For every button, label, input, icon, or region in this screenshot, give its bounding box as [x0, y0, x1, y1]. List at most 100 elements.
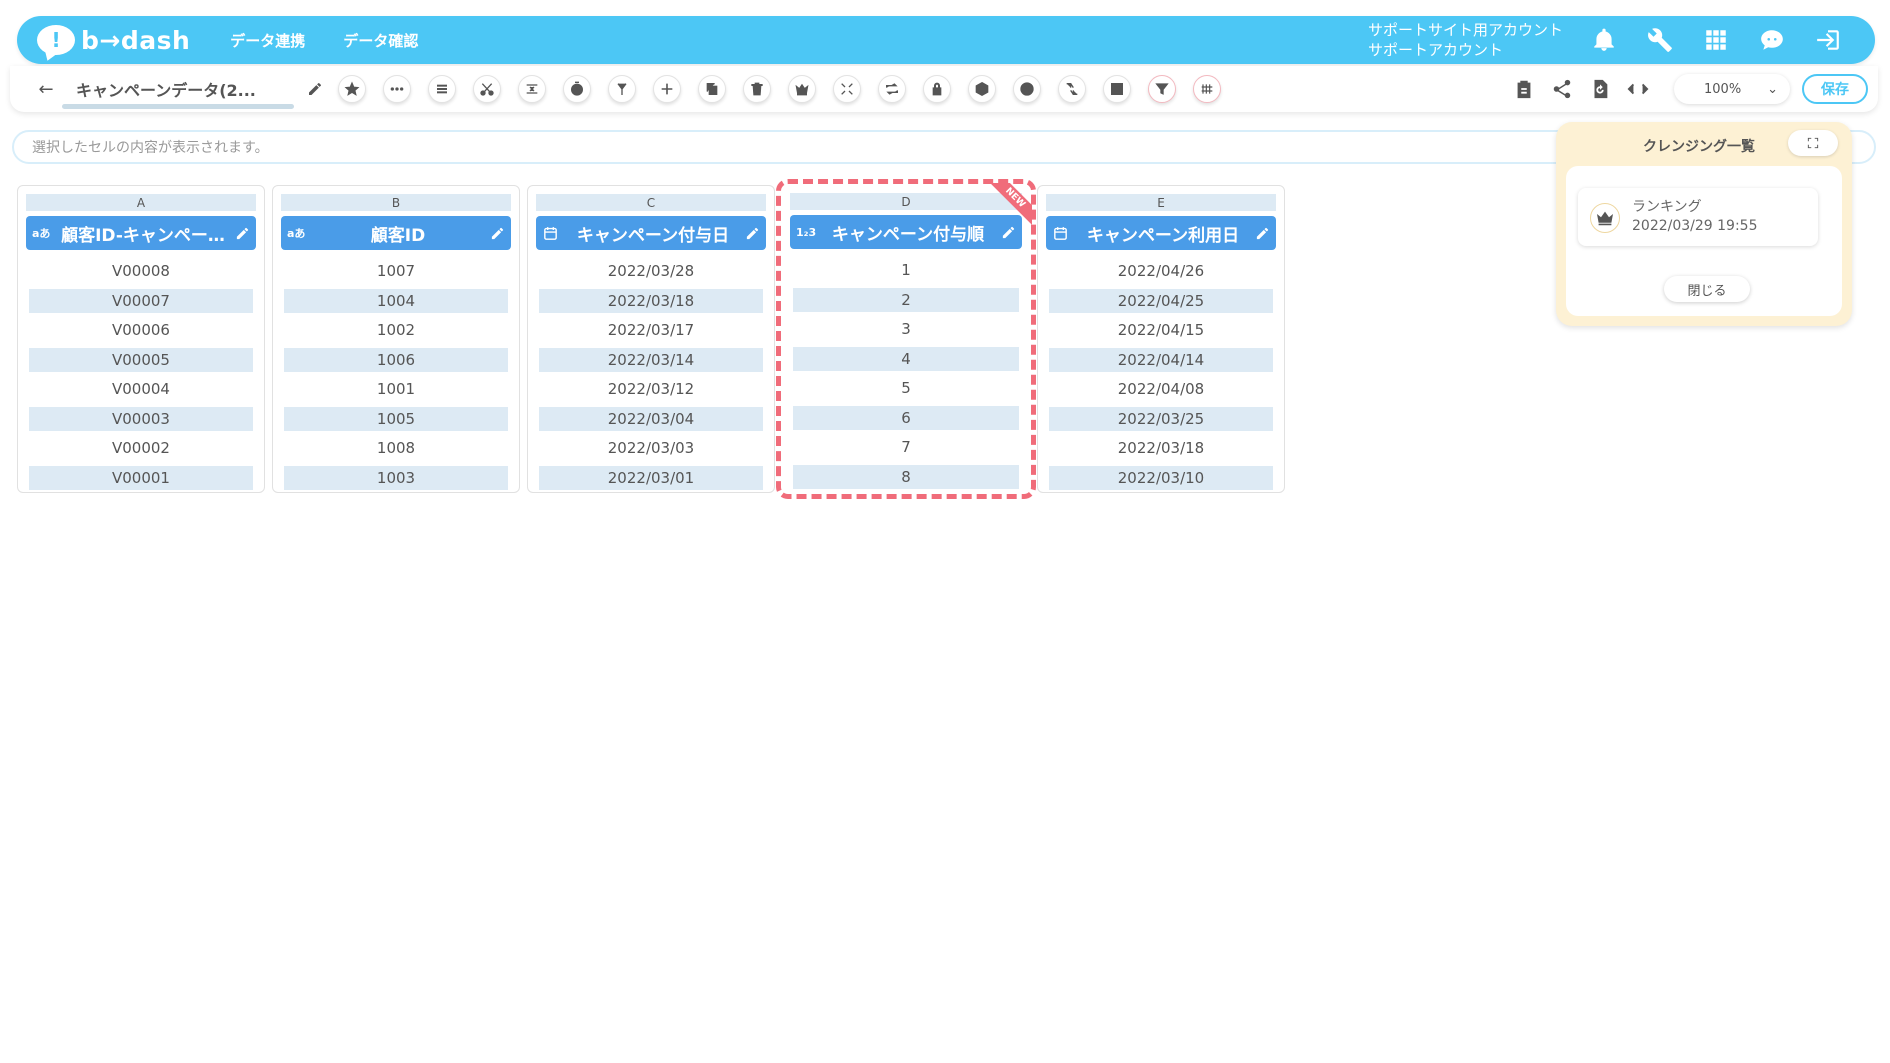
table-cell[interactable]: 2022/03/25: [1049, 406, 1273, 431]
bell-icon[interactable]: [1587, 23, 1621, 57]
code-icon[interactable]: [1624, 75, 1652, 103]
table-cell[interactable]: 1002: [284, 318, 508, 342]
expand-icon: [1807, 137, 1819, 149]
branch-icon[interactable]: [608, 75, 636, 103]
table-cell[interactable]: V00004: [29, 377, 253, 401]
frame-icon[interactable]: [1103, 75, 1131, 103]
column-header[interactable]: キャンペーン付与日: [536, 216, 766, 250]
table-cell[interactable]: V00001: [29, 465, 253, 490]
table-cell[interactable]: 2: [793, 287, 1019, 312]
zoom-select[interactable]: 100% ⌄: [1674, 74, 1790, 104]
copy-icon[interactable]: [698, 75, 726, 103]
timer-icon[interactable]: [563, 75, 591, 103]
edit-pencil-icon[interactable]: [485, 226, 505, 241]
calendar-icon: [1052, 225, 1076, 242]
table-cell[interactable]: 2022/03/18: [1049, 436, 1273, 460]
table-cell[interactable]: 1003: [284, 465, 508, 490]
table-cell[interactable]: 2022/04/08: [1049, 377, 1273, 401]
table-cell[interactable]: 2022/03/03: [539, 436, 763, 460]
table-cell[interactable]: 1006: [284, 347, 508, 372]
table-cell[interactable]: V00005: [29, 347, 253, 372]
column-letter[interactable]: C: [536, 194, 766, 211]
support-bot-icon[interactable]: [1755, 23, 1789, 57]
column-header[interactable]: キャンペーン利用日: [1046, 216, 1276, 250]
table-cell[interactable]: 2022/04/25: [1049, 288, 1273, 313]
table-cell[interactable]: 2022/03/28: [539, 259, 763, 283]
column-header[interactable]: aあ 顧客ID-キャンペー…: [26, 216, 256, 250]
table-cell[interactable]: 8: [793, 464, 1019, 489]
table-cell[interactable]: 1007: [284, 259, 508, 283]
table-cell[interactable]: 6: [793, 405, 1019, 430]
table-cell[interactable]: 1004: [284, 288, 508, 313]
table-cell[interactable]: 2022/04/14: [1049, 347, 1273, 372]
wrench-icon[interactable]: [1643, 23, 1677, 57]
grid-icon[interactable]: [1193, 75, 1221, 103]
column-header[interactable]: aあ 顧客ID: [281, 216, 511, 250]
zoom-value: 100%: [1704, 81, 1742, 97]
expand-button[interactable]: [1788, 130, 1838, 156]
clipboard-icon[interactable]: [1510, 75, 1538, 103]
table-cell[interactable]: 2022/03/18: [539, 288, 763, 313]
compress-icon[interactable]: [833, 75, 861, 103]
back-arrow-icon[interactable]: ←: [32, 75, 60, 103]
share-icon[interactable]: [1548, 75, 1576, 103]
star-icon[interactable]: [338, 75, 366, 103]
table-cell[interactable]: 2022/03/01: [539, 465, 763, 490]
lock-icon[interactable]: [923, 75, 951, 103]
save-button[interactable]: 保存: [1802, 74, 1868, 104]
table-cell[interactable]: 7: [793, 435, 1019, 459]
table-cell[interactable]: 2022/04/26: [1049, 259, 1273, 283]
box-icon[interactable]: [968, 75, 996, 103]
edit-pencil-icon[interactable]: [230, 226, 250, 241]
trash-icon[interactable]: [743, 75, 771, 103]
table-cell[interactable]: V00008: [29, 259, 253, 283]
table-cell[interactable]: 2022/03/17: [539, 318, 763, 342]
table-cell[interactable]: V00003: [29, 406, 253, 431]
table-cell[interactable]: 2022/03/14: [539, 347, 763, 372]
plus-icon[interactable]: [653, 75, 681, 103]
logout-icon[interactable]: [1811, 23, 1845, 57]
table-cell[interactable]: 2022/04/15: [1049, 318, 1273, 342]
table-cell[interactable]: 5: [793, 376, 1019, 400]
filter-icon[interactable]: [1148, 75, 1176, 103]
table-cell[interactable]: 1001: [284, 377, 508, 401]
dots-icon[interactable]: [383, 75, 411, 103]
table-cell[interactable]: 1005: [284, 406, 508, 431]
cancel-icon[interactable]: [1013, 75, 1041, 103]
table-cell[interactable]: 2022/03/04: [539, 406, 763, 431]
edit-pencil-icon[interactable]: [740, 226, 760, 241]
table-cell[interactable]: 2022/03/12: [539, 377, 763, 401]
column-letter[interactable]: E: [1046, 194, 1276, 211]
crown-icon[interactable]: [788, 75, 816, 103]
cleansing-list-panel: クレンジング一覧 ランキング 2022/03/29 19:55 閉じる: [1556, 122, 1852, 326]
repeat-icon[interactable]: [878, 75, 906, 103]
rename-pencil-icon[interactable]: [304, 78, 326, 100]
history-icon[interactable]: [1586, 75, 1614, 103]
close-button[interactable]: 閉じる: [1664, 276, 1750, 302]
table-cell[interactable]: 1: [793, 258, 1019, 282]
table-cell[interactable]: V00007: [29, 288, 253, 313]
column-letter[interactable]: B: [281, 194, 511, 211]
nav-data-check[interactable]: データ確認: [343, 30, 418, 51]
table-cell[interactable]: V00006: [29, 318, 253, 342]
table-cell[interactable]: 2022/03/10: [1049, 465, 1273, 490]
scissors-icon[interactable]: [473, 75, 501, 103]
account-info[interactable]: サポートサイト用アカウント サポートアカウント: [1368, 20, 1563, 60]
crown-icon: [1590, 203, 1620, 233]
nav-data-integration[interactable]: データ連携: [230, 30, 305, 51]
bdash-logo[interactable]: ! b→dash: [37, 25, 190, 55]
apps-grid-icon[interactable]: [1699, 23, 1733, 57]
account-user: サポートアカウント: [1367, 41, 1503, 59]
table-cell[interactable]: 4: [793, 346, 1019, 371]
convert-icon[interactable]: [1058, 75, 1086, 103]
column-letter[interactable]: A: [26, 194, 256, 211]
list-icon[interactable]: [428, 75, 456, 103]
document-title[interactable]: キャンペーンデータ(2...: [76, 77, 294, 101]
table-cell[interactable]: V00002: [29, 436, 253, 460]
table-cell[interactable]: 1008: [284, 436, 508, 460]
edit-pencil-icon[interactable]: [1250, 226, 1270, 241]
editor-toolbar: ← キャンペーンデータ(2... 100% ⌄ 保存: [10, 66, 1878, 112]
cleansing-item-card[interactable]: ランキング 2022/03/29 19:55: [1578, 188, 1818, 246]
table-cell[interactable]: 3: [793, 317, 1019, 341]
merge-icon[interactable]: [518, 75, 546, 103]
